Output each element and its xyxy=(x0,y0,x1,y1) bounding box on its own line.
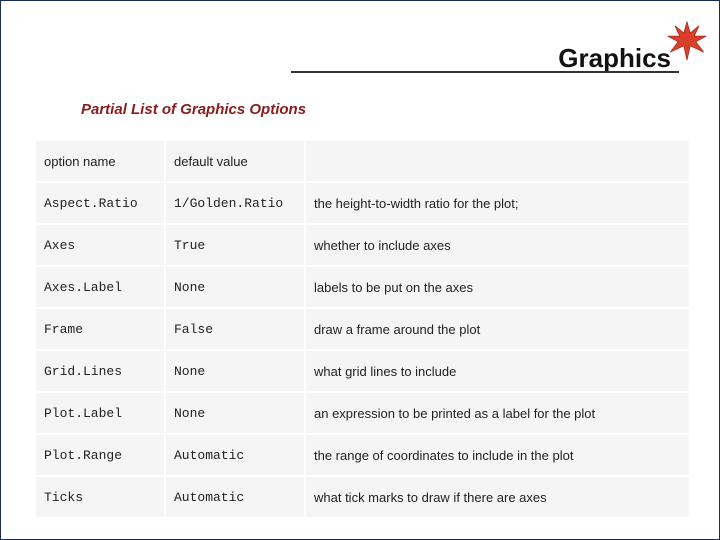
option-default: Automatic xyxy=(166,435,306,475)
option-name: Plot.Range xyxy=(36,435,166,475)
option-default: True xyxy=(166,225,306,265)
table-row: Axes.Label None labels to be put on the … xyxy=(36,267,689,309)
table-row: Axes True whether to include axes xyxy=(36,225,689,267)
option-desc: the height-to-width ratio for the plot; xyxy=(306,183,689,223)
page-title: Graphics xyxy=(558,43,671,74)
option-default: Automatic xyxy=(166,477,306,517)
table-header-row: option name default value xyxy=(36,141,689,183)
table-row: Plot.Range Automatic the range of coordi… xyxy=(36,435,689,477)
table-row: Grid.Lines None what grid lines to inclu… xyxy=(36,351,689,393)
option-default: 1/Golden.Ratio xyxy=(166,183,306,223)
option-name: Grid.Lines xyxy=(36,351,166,391)
option-default: None xyxy=(166,351,306,391)
option-desc: the range of coordinates to include in t… xyxy=(306,435,689,475)
starburst-icon xyxy=(667,21,707,61)
option-default: None xyxy=(166,267,306,307)
title-underline xyxy=(291,71,679,73)
subtitle: Partial List of Graphics Options xyxy=(81,101,306,118)
option-desc: what tick marks to draw if there are axe… xyxy=(306,477,689,517)
slide: Graphics Partial List of Graphics Option… xyxy=(0,0,720,540)
option-name: Aspect.Ratio xyxy=(36,183,166,223)
option-name: Plot.Label xyxy=(36,393,166,433)
header-description xyxy=(306,141,689,181)
header-default-value: default value xyxy=(166,141,306,181)
option-desc: draw a frame around the plot xyxy=(306,309,689,349)
options-table: option name default value Aspect.Ratio 1… xyxy=(36,141,689,519)
table-row: Frame False draw a frame around the plot xyxy=(36,309,689,351)
option-desc: labels to be put on the axes xyxy=(306,267,689,307)
option-name: Frame xyxy=(36,309,166,349)
table-row: Ticks Automatic what tick marks to draw … xyxy=(36,477,689,519)
option-desc: whether to include axes xyxy=(306,225,689,265)
option-default: False xyxy=(166,309,306,349)
table-row: Aspect.Ratio 1/Golden.Ratio the height-t… xyxy=(36,183,689,225)
option-name: Axes.Label xyxy=(36,267,166,307)
option-default: None xyxy=(166,393,306,433)
option-desc: what grid lines to include xyxy=(306,351,689,391)
header-option-name: option name xyxy=(36,141,166,181)
option-desc: an expression to be printed as a label f… xyxy=(306,393,689,433)
table-row: Plot.Label None an expression to be prin… xyxy=(36,393,689,435)
option-name: Axes xyxy=(36,225,166,265)
option-name: Ticks xyxy=(36,477,166,517)
